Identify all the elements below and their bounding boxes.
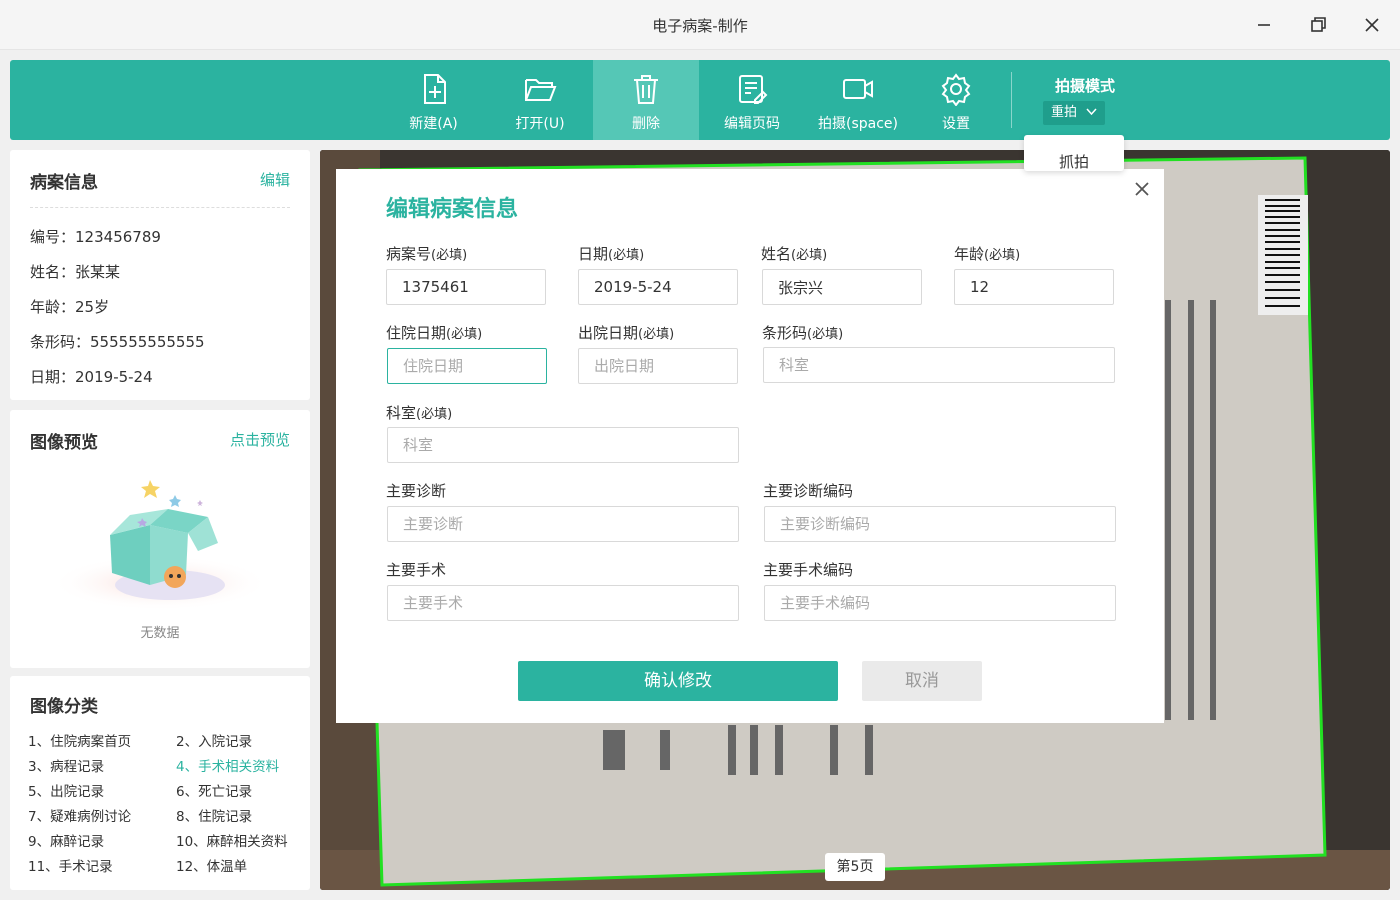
diagnosis-label: 主要诊断: [386, 482, 447, 500]
diagnosis-code-label: 主要诊断编码: [763, 482, 854, 500]
name-label: 姓名(必填): [761, 245, 828, 263]
window-title: 电子病案-制作: [652, 17, 748, 35]
info-row-barcode: 条形码：555555555555: [30, 333, 205, 351]
barcode-input[interactable]: [763, 347, 1115, 383]
preview-title: 图像预览: [30, 433, 98, 453]
cancel-button[interactable]: 取消: [862, 661, 982, 701]
diagnosis-input[interactable]: [387, 506, 739, 542]
edit-record-dialog: 编辑病案信息 病案号(必填) 日期(必填) 姓名(必填) 年龄(必填) 住院日期…: [336, 169, 1164, 723]
close-dialog-icon[interactable]: [1132, 179, 1152, 199]
dialog-title: 编辑病案信息: [386, 197, 519, 222]
class-item-5[interactable]: 5、出院记录: [28, 780, 104, 800]
class-item-9[interactable]: 9、麻醉记录: [28, 830, 104, 850]
info-row-age: 年龄：25岁: [30, 298, 110, 316]
restore-button[interactable]: [1305, 12, 1331, 38]
chevron-down-icon: [1086, 108, 1097, 116]
capture-mode-value: 重拍: [1051, 105, 1078, 120]
class-item-3[interactable]: 3、病程记录: [28, 755, 104, 775]
open-folder-icon: [525, 79, 557, 101]
classification-title: 图像分类: [30, 697, 98, 717]
name-input[interactable]: [762, 269, 922, 305]
info-row-date: 日期：2019-5-24: [30, 368, 153, 386]
case-no-label: 病案号(必填): [386, 245, 468, 263]
case-no-input[interactable]: [386, 269, 546, 305]
class-item-4[interactable]: 4、手术相关资料: [176, 755, 279, 775]
admit-date-input[interactable]: [387, 348, 547, 384]
department-input[interactable]: [387, 427, 739, 463]
preview-link[interactable]: 点击预览: [230, 429, 290, 450]
trash-icon: [634, 75, 658, 104]
date-input[interactable]: [578, 269, 738, 305]
empty-box-illustration: [50, 480, 270, 611]
surgery-label: 主要手术: [386, 561, 447, 579]
delete-button[interactable]: 删除: [593, 60, 699, 140]
info-row-name: 姓名：张某某: [30, 263, 121, 281]
minimize-icon: [1258, 24, 1270, 26]
diagnosis-code-input[interactable]: [764, 506, 1116, 542]
restore-icon: [1311, 17, 1326, 32]
edit-record-link[interactable]: 编辑: [260, 169, 290, 190]
page-number-badge: 第5页: [825, 853, 885, 881]
barcode-label: 条形码(必填): [762, 324, 844, 342]
discharge-date-label: 出院日期(必填): [578, 324, 675, 342]
capture-button[interactable]: 拍摄(space): [805, 60, 911, 140]
date-label: 日期(必填): [578, 245, 645, 263]
class-item-8[interactable]: 8、住院记录: [176, 805, 252, 825]
surgery-code-label: 主要手术编码: [763, 561, 854, 579]
record-info-panel: 病案信息 编辑 编号：123456789 姓名：张某某 年龄：25岁 条形码：5…: [10, 150, 310, 400]
new-file-icon: [423, 74, 446, 104]
open-button[interactable]: 打开(U): [487, 60, 593, 140]
age-label: 年龄(必填): [954, 245, 1021, 263]
class-item-2[interactable]: 2、入院记录: [176, 730, 252, 750]
confirm-button[interactable]: 确认修改: [518, 661, 838, 701]
class-item-6[interactable]: 6、死亡记录: [176, 780, 252, 800]
minimize-button[interactable]: [1251, 12, 1277, 38]
empty-text: 无数据: [140, 626, 180, 641]
department-label: 科室(必填): [386, 404, 453, 422]
main-toolbar: 新建(A) 打开(U) 删除 编辑页码 拍摄(space) 设置 拍摄模式 重拍: [10, 60, 1390, 140]
class-item-10[interactable]: 10、麻醉相关资料: [176, 830, 288, 850]
close-icon: [1365, 18, 1379, 32]
divider: [30, 207, 290, 208]
new-button[interactable]: 新建(A): [380, 60, 487, 140]
class-item-7[interactable]: 7、疑难病例讨论: [28, 805, 131, 825]
surgery-code-input[interactable]: [764, 585, 1116, 621]
image-preview-panel: 图像预览 点击预览 无数据: [10, 410, 310, 668]
discharge-date-input[interactable]: [578, 348, 738, 384]
class-item-12[interactable]: 12、体温单: [176, 855, 247, 875]
info-row-id: 编号：123456789: [30, 228, 161, 246]
age-input[interactable]: [954, 269, 1114, 305]
capture-mode-option-snap[interactable]: 抓拍: [1024, 151, 1124, 172]
capture-mode-dropdown: 抓拍: [1024, 135, 1124, 171]
image-classification-panel: 图像分类 1、住院病案首页 2、入院记录 3、病程记录 4、手术相关资料 5、出…: [10, 676, 310, 890]
gear-icon: [941, 73, 971, 106]
capture-mode-select[interactable]: 重拍: [1043, 101, 1105, 125]
edit-page-icon: [739, 75, 768, 104]
surgery-input[interactable]: [387, 585, 739, 621]
settings-button[interactable]: 设置: [911, 60, 1001, 140]
toolbar-divider: [1011, 72, 1012, 128]
camera-icon: [843, 79, 873, 99]
class-item-1[interactable]: 1、住院病案首页: [28, 730, 131, 750]
record-info-title: 病案信息: [30, 173, 98, 193]
edit-page-button[interactable]: 编辑页码: [699, 60, 805, 140]
capture-mode-title: 拍摄模式: [1054, 77, 1115, 95]
class-item-11[interactable]: 11、手术记录: [28, 855, 113, 875]
close-window-button[interactable]: [1359, 12, 1385, 38]
title-bar: 电子病案-制作: [0, 0, 1400, 50]
admit-date-label: 住院日期(必填): [386, 324, 483, 342]
